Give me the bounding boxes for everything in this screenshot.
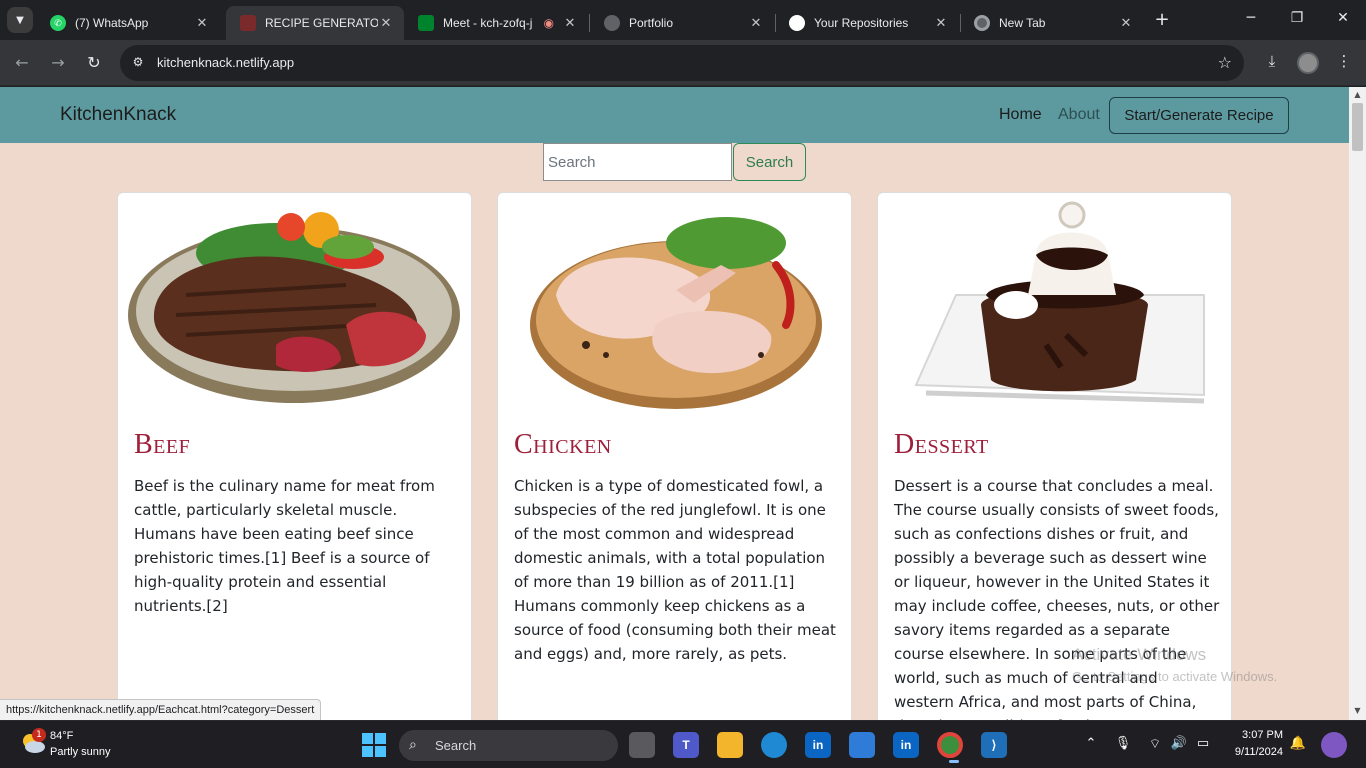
tab-strip: ▼ ✆ (7) WhatsApp ✕ RECIPE GENERATOR ✕ Me… <box>0 0 1366 40</box>
search-icon: ⌕ <box>409 736 417 752</box>
weather-description[interactable]: Partly sunny <box>50 746 111 758</box>
new-tab-button[interactable]: + <box>1151 9 1173 30</box>
wifi-icon[interactable]: ⌔ <box>1146 736 1164 752</box>
activate-windows-watermark: Activate Windows <box>1072 645 1207 664</box>
copilot-icon[interactable] <box>1321 732 1347 758</box>
page-viewport: KitchenKnack Home About Start/Generate R… <box>0 87 1349 720</box>
close-icon[interactable]: ✕ <box>748 15 764 31</box>
window-close-icon[interactable]: ✕ <box>1332 10 1354 26</box>
close-icon[interactable]: ✕ <box>194 15 210 31</box>
category-card-dessert[interactable]: Dessert Dessert is a course that conclud… <box>877 192 1232 720</box>
card-title[interactable]: Dessert <box>894 429 989 461</box>
close-icon[interactable]: ✕ <box>1118 15 1134 31</box>
forward-icon[interactable]: → <box>47 52 69 74</box>
chicken-image <box>530 217 822 409</box>
card-description: Beef is the culinary name for meat from … <box>134 477 435 615</box>
battery-icon[interactable]: ▭ <box>1194 736 1212 751</box>
tab-meet[interactable]: Meet - kch-zofq-j ◉ ✕ <box>404 6 588 40</box>
scrollbar-thumb[interactable] <box>1352 103 1363 151</box>
github-icon <box>789 15 805 31</box>
close-icon[interactable]: ✕ <box>933 15 949 31</box>
link-status-bar: https://kitchenknack.netlify.app/Eachcat… <box>0 699 322 720</box>
edge-icon[interactable] <box>761 732 787 758</box>
tab-repositories[interactable]: Your Repositories ✕ <box>775 6 959 40</box>
browser-toolbar: ← → ↻ ⚙ kitchenknack.netlify.app ☆ ⤓ ⋮ <box>0 40 1366 86</box>
site-navbar: KitchenKnack Home About Start/Generate R… <box>0 87 1349 143</box>
weather-temperature[interactable]: 84°F <box>50 730 73 742</box>
category-card-beef[interactable]: Beef Beef is the culinary name for meat … <box>117 192 472 720</box>
meet-icon <box>418 15 434 31</box>
card-description: Chicken is a type of domesticated fowl, … <box>514 477 836 663</box>
teams-icon[interactable]: T <box>673 732 699 758</box>
globe-icon <box>604 15 620 31</box>
clock-time[interactable]: 3:07 PM <box>1237 729 1283 741</box>
tab-portfolio[interactable]: Portfolio ✕ <box>590 6 774 40</box>
weather-badge: 1 <box>32 728 46 742</box>
reload-icon[interactable]: ↻ <box>83 52 105 74</box>
tab-recipe-generator[interactable]: RECIPE GENERATOR ✕ <box>226 6 404 40</box>
clock-date[interactable]: 9/11/2024 <box>1225 746 1283 758</box>
category-card-chicken[interactable]: Chicken Chicken is a type of domesticate… <box>497 192 852 720</box>
tab-title: (7) WhatsApp <box>75 16 149 30</box>
notification-bell-icon[interactable]: 🔔 <box>1289 736 1307 751</box>
file-explorer-icon[interactable] <box>717 732 743 758</box>
chrome-icon[interactable] <box>937 732 963 763</box>
vscode-icon[interactable]: ⟩ <box>981 732 1007 758</box>
show-hidden-icons-icon[interactable]: ⌃ <box>1082 736 1100 751</box>
tab-title: RECIPE GENERATOR <box>265 16 378 30</box>
taskbar: 1 84°F Partly sunny ⌕ Search T in in ⟩ ⌃… <box>0 720 1366 768</box>
tab-title: Portfolio <box>629 16 674 30</box>
windows-start-icon[interactable] <box>362 733 386 757</box>
taskbar-search-label: Search <box>435 738 477 753</box>
restore-icon[interactable]: ❐ <box>1286 10 1308 26</box>
dessert-image <box>914 201 1205 404</box>
card-title[interactable]: Chicken <box>514 429 612 461</box>
nav-about-link[interactable]: About <box>1058 106 1100 124</box>
close-icon[interactable]: ✕ <box>562 15 578 31</box>
menu-icon[interactable]: ⋮ <box>1333 52 1355 70</box>
activate-windows-subtext: Go to Settings to activate Windows. <box>1072 669 1278 684</box>
bookmark-star-icon[interactable]: ☆ <box>1218 53 1232 72</box>
page-scrollbar[interactable]: ▲ ▼ <box>1349 87 1366 720</box>
volume-icon[interactable]: 🔊 <box>1170 736 1188 751</box>
search-input[interactable] <box>543 143 732 181</box>
minimize-icon[interactable]: ─ <box>1240 10 1262 26</box>
taskbar-search[interactable]: ⌕ Search <box>399 730 618 761</box>
tab-title: New Tab <box>999 16 1046 30</box>
back-icon[interactable]: ← <box>11 52 33 74</box>
linkedin-icon[interactable]: in <box>805 732 831 758</box>
start-generate-recipe-button[interactable]: Start/Generate Recipe <box>1109 97 1289 134</box>
recording-icon: ◉ <box>543 16 554 30</box>
task-view-icon[interactable] <box>629 732 655 758</box>
scroll-down-icon[interactable]: ▼ <box>1353 706 1362 715</box>
close-icon[interactable]: ✕ <box>378 15 394 31</box>
card-title[interactable]: Beef <box>134 429 190 461</box>
url-text[interactable]: kitchenknack.netlify.app <box>157 55 294 70</box>
scroll-up-icon[interactable]: ▲ <box>1353 90 1362 99</box>
tab-whatsapp[interactable]: ✆ (7) WhatsApp ✕ <box>36 6 220 40</box>
recipe-icon <box>240 15 256 31</box>
linkedin-icon[interactable]: in <box>893 732 919 758</box>
site-info-icon[interactable]: ⚙ <box>130 55 146 71</box>
tab-new-tab[interactable]: New Tab ✕ <box>960 6 1144 40</box>
microphone-icon[interactable]: 🎙 <box>1114 736 1132 751</box>
download-icon[interactable]: ⤓ <box>1261 52 1283 70</box>
tab-title: Your Repositories <box>814 16 909 30</box>
microsoft-store-icon[interactable] <box>849 732 875 758</box>
whatsapp-icon: ✆ <box>50 15 66 31</box>
tab-title: Meet - kch-zofq-j <box>443 16 533 30</box>
site-brand[interactable]: KitchenKnack <box>60 104 176 126</box>
search-button[interactable]: Search <box>733 143 806 181</box>
beef-image <box>128 212 460 403</box>
tab-search-button[interactable]: ▼ <box>7 7 33 33</box>
address-bar[interactable]: ⚙ kitchenknack.netlify.app ☆ <box>120 45 1244 81</box>
profile-avatar[interactable] <box>1297 52 1319 74</box>
chrome-icon <box>974 15 990 31</box>
nav-home-link[interactable]: Home <box>999 106 1042 124</box>
